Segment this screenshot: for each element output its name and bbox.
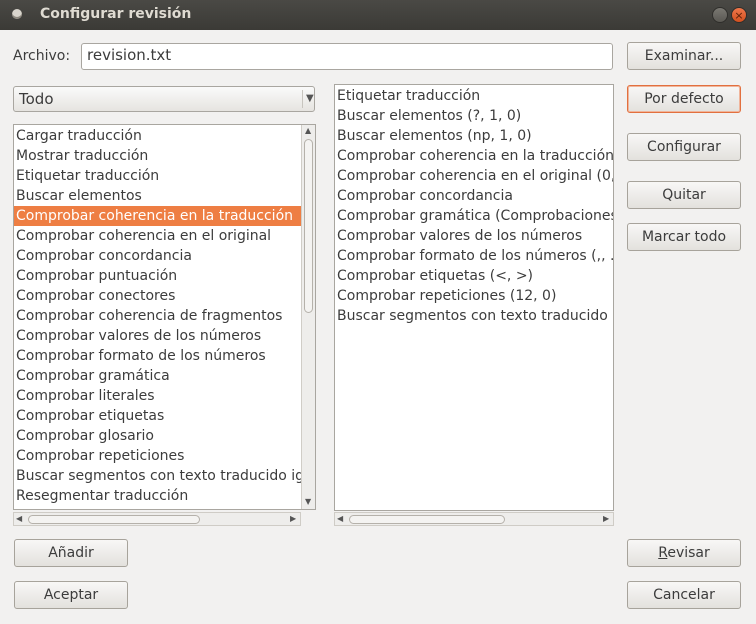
- list-item[interactable]: Buscar elementos: [14, 186, 301, 206]
- list-item[interactable]: Buscar elementos (np, 1, 0): [335, 126, 613, 146]
- scroll-left-icon[interactable]: ◀: [16, 514, 22, 523]
- list-item[interactable]: Etiquetar traducción: [335, 86, 613, 106]
- list-item[interactable]: Comprobar valores de los números: [14, 326, 301, 346]
- list-item[interactable]: Etiquetar traducción: [14, 166, 301, 186]
- list-item[interactable]: Comprobar valores de los números: [335, 226, 613, 246]
- list-item[interactable]: Comprobar gramática: [14, 366, 301, 386]
- list-item[interactable]: Buscar elementos (?, 1, 0): [335, 106, 613, 126]
- list-item[interactable]: Mostrar traducción: [14, 146, 301, 166]
- list-item[interactable]: Comprobar conectores: [14, 286, 301, 306]
- list-item[interactable]: Comprobar etiquetas: [14, 406, 301, 426]
- scroll-down-icon[interactable]: ▼: [305, 497, 311, 506]
- available-checks-list[interactable]: Cargar traducción Mostrar traducción Etiqu…: [13, 124, 316, 510]
- close-icon[interactable]: ×: [731, 7, 747, 23]
- file-label: Archivo:: [13, 48, 71, 64]
- list-item[interactable]: Comprobar formato de los números: [14, 346, 301, 366]
- dropdown-separator: [302, 90, 303, 108]
- list-item[interactable]: Resegmentar traducción: [14, 486, 301, 506]
- accept-button[interactable]: Aceptar: [14, 581, 128, 609]
- vertical-scroll-thumb[interactable]: [304, 139, 313, 313]
- list-item[interactable]: Comprobar puntuación: [14, 266, 301, 286]
- scroll-right-icon[interactable]: ▶: [290, 514, 296, 523]
- review-mnemonic: R: [658, 545, 668, 561]
- filter-selected-value: Todo: [19, 90, 54, 108]
- list-item[interactable]: Buscar segmentos con texto traducido ig: [14, 466, 304, 486]
- list-item[interactable]: Comprobar concordancia: [335, 186, 613, 206]
- list-item[interactable]: Comprobar coherencia de fragmentos: [14, 306, 301, 326]
- title-bar[interactable]: Configurar revisión ×: [0, 0, 756, 30]
- horizontal-scroll-thumb[interactable]: [349, 515, 505, 524]
- add-button[interactable]: Añadir: [14, 539, 128, 567]
- list-item[interactable]: Comprobar coherencia en el original: [14, 226, 301, 246]
- defaults-button[interactable]: Por defecto: [627, 85, 741, 113]
- scroll-up-icon[interactable]: ▲: [305, 126, 311, 135]
- list-item[interactable]: Comprobar concordancia: [14, 246, 301, 266]
- review-label-rest: evisar: [667, 545, 710, 561]
- list-item[interactable]: Comprobar formato de los números (,, .): [335, 246, 613, 266]
- cancel-button[interactable]: Cancelar: [627, 581, 741, 609]
- available-list-horizontal-scrollbar[interactable]: ◀ ▶: [13, 512, 301, 526]
- list-item[interactable]: Comprobar coherencia en el original (0, …: [335, 166, 613, 186]
- scroll-right-icon[interactable]: ▶: [603, 514, 609, 523]
- file-input[interactable]: revision.txt: [81, 43, 613, 70]
- chevron-down-icon: ▼: [306, 93, 314, 104]
- list-item[interactable]: Comprobar coherencia en la traducción: [14, 206, 301, 226]
- available-list-vertical-scrollbar[interactable]: ▲ ▼: [301, 125, 315, 509]
- window-menu-icon[interactable]: [12, 9, 22, 19]
- filter-dropdown[interactable]: Todo ▼: [13, 86, 315, 112]
- list-item[interactable]: Comprobar literales: [14, 386, 301, 406]
- window-title: Configurar revisión: [40, 6, 192, 22]
- list-item[interactable]: Comprobar repeticiones: [14, 446, 301, 466]
- list-item[interactable]: Comprobar coherencia en la traducción: [335, 146, 613, 166]
- list-item[interactable]: Cargar traducción: [14, 126, 301, 146]
- horizontal-scroll-thumb[interactable]: [28, 515, 200, 524]
- list-item[interactable]: Comprobar etiquetas (<, >): [335, 266, 613, 286]
- selected-checks-list[interactable]: Etiquetar traducción Buscar elementos (?,…: [334, 84, 614, 511]
- selected-list-horizontal-scrollbar[interactable]: ◀ ▶: [334, 512, 614, 526]
- list-item[interactable]: Comprobar gramática (Comprobaciones: [335, 206, 613, 226]
- browse-button[interactable]: Examinar...: [627, 42, 741, 70]
- list-item[interactable]: Comprobar repeticiones (12, 0): [335, 286, 613, 306]
- select-all-button[interactable]: Marcar todo: [627, 223, 741, 251]
- list-item[interactable]: Comprobar glosario: [14, 426, 301, 446]
- scroll-left-icon[interactable]: ◀: [337, 514, 343, 523]
- configure-button[interactable]: Configurar: [627, 133, 741, 161]
- remove-button[interactable]: Quitar: [627, 181, 741, 209]
- list-item[interactable]: Buscar segmentos con texto traducido ig: [335, 306, 613, 326]
- minimize-icon[interactable]: [712, 7, 728, 23]
- review-button[interactable]: Revisar: [627, 539, 741, 567]
